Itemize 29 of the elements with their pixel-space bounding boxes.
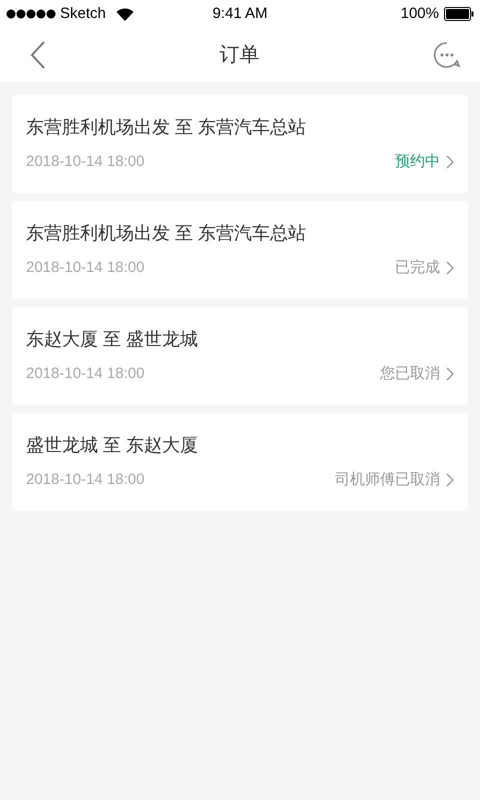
- order-card[interactable]: 盛世龙城 至 东赵大厦 2018-10-14 18:00 司机师傅已取消: [12, 413, 468, 511]
- order-time: 2018-10-14 18:00: [26, 152, 144, 172]
- order-card[interactable]: 东营胜利机场出发 至 东营汽车总站 2018-10-14 18:00 已完成: [12, 201, 468, 299]
- order-status: 司机师傅已取消: [335, 470, 440, 490]
- order-card[interactable]: 东营胜利机场出发 至 东营汽车总站 2018-10-14 18:00 预约中: [12, 95, 468, 193]
- chat-button[interactable]: [433, 41, 461, 69]
- chevron-icon: [446, 155, 454, 170]
- order-route: 盛世龙城 至 东赵大厦: [26, 434, 200, 457]
- order-status: 已完成: [395, 258, 440, 278]
- order-time: 2018-10-14 18:00: [26, 258, 144, 278]
- chevron-icon: [446, 261, 454, 276]
- page-title: 订单: [220, 43, 260, 68]
- signal-icon: [6, 9, 56, 19]
- order-time: 2018-10-14 18:00: [26, 364, 144, 384]
- carrier-name: Sketch: [60, 4, 106, 24]
- order-time: 2018-10-14 18:00: [26, 470, 144, 490]
- chevron-icon: [446, 367, 454, 382]
- order-route: 东营胜利机场出发 至 东营汽车总站: [26, 116, 308, 139]
- wifi-icon: [116, 8, 134, 20]
- order-route: 东赵大厦 至 盛世龙城: [26, 328, 200, 351]
- order-status: 您已取消: [380, 364, 440, 384]
- battery-icon: [444, 7, 474, 21]
- back-button[interactable]: [30, 41, 46, 69]
- order-route: 东营胜利机场出发 至 东营汽车总站: [26, 222, 308, 245]
- order-status: 预约中: [395, 152, 440, 172]
- clock-time: 9:41 AM: [212, 4, 268, 24]
- chevron-icon: [446, 473, 454, 488]
- order-card[interactable]: 东赵大厦 至 盛世龙城 2018-10-14 18:00 您已取消: [12, 307, 468, 405]
- battery-percent: 100%: [400, 4, 439, 24]
